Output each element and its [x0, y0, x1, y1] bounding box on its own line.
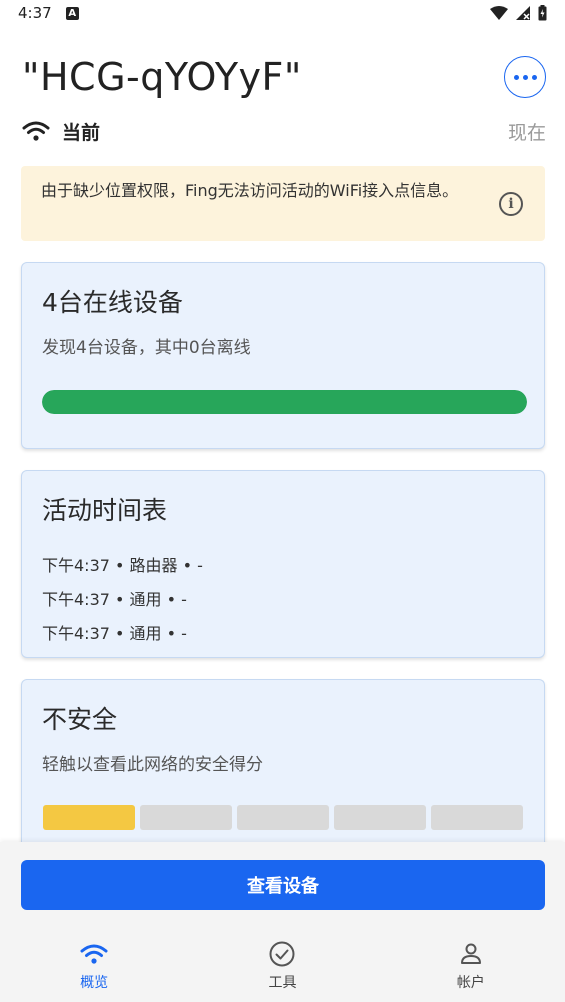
network-title: "HCG-qYOYyF" — [22, 55, 302, 99]
notification-a-icon: A — [65, 6, 79, 20]
online-progress-fill — [42, 390, 527, 414]
devices-card-title: 4台在线设备 — [42, 288, 183, 317]
current-time: 现在 — [507, 121, 546, 144]
status-time: 4:37 — [18, 4, 52, 22]
wifi-icon — [22, 121, 50, 141]
view-devices-button[interactable]: 查看设备 — [21, 860, 545, 910]
security-card[interactable]: 不安全 轻触以查看此网络的安全得分 — [21, 679, 545, 859]
title-row: "HCG-qYOYyF" — [22, 52, 546, 102]
more-dot — [531, 74, 537, 80]
battery-icon — [538, 5, 547, 21]
notice-text: 由于缺少位置权限，Fing无法访问活动的WiFi接入点信息。 — [41, 181, 459, 200]
location-permission-notice[interactable]: 由于缺少位置权限，Fing无法访问活动的WiFi接入点信息。 i — [21, 166, 545, 241]
wifi-signal-icon — [490, 6, 508, 20]
current-network-row: 当前 现在 — [22, 116, 546, 146]
nav-item-account[interactable]: 帐户 — [377, 940, 565, 996]
current-label: 当前 — [62, 121, 101, 144]
info-icon[interactable]: i — [499, 192, 523, 216]
timeline-card-title: 活动时间表 — [42, 496, 168, 525]
score-segment — [237, 805, 329, 830]
wifi-icon — [80, 944, 108, 964]
security-score-bar — [43, 805, 523, 830]
activity-timeline-card[interactable]: 活动时间表 下午4:37 • 路由器 • - 下午4:37 • 通用 • - 下… — [21, 470, 545, 658]
score-segment — [140, 805, 232, 830]
status-bar: 4:37 A — [0, 0, 565, 26]
person-icon — [460, 943, 481, 964]
online-progress-bar — [42, 390, 527, 414]
nav-label-account: 帐户 — [456, 975, 485, 991]
score-segment — [334, 805, 426, 830]
timeline-item: 下午4:37 • 通用 • - — [42, 590, 187, 609]
more-dot — [513, 74, 519, 80]
cell-signal-icon — [516, 6, 530, 20]
online-devices-card[interactable]: 4台在线设备 发现4台设备，其中0台离线 — [21, 262, 545, 449]
more-options-button[interactable] — [504, 56, 546, 98]
security-card-title: 不安全 — [42, 705, 118, 734]
timeline-item: 下午4:37 • 通用 • - — [42, 624, 187, 643]
timeline-list: 下午4:37 • 路由器 • - 下午4:37 • 通用 • - 下午4:37 … — [42, 549, 524, 651]
nav-label-tools: 工具 — [268, 975, 297, 991]
devices-card-subtitle: 发现4台设备，其中0台离线 — [42, 338, 251, 358]
bottom-panel: 查看设备 概览 工具 帐户 — [0, 842, 565, 1002]
timeline-item: 下午4:37 • 路由器 • - — [42, 556, 203, 575]
score-segment — [43, 805, 135, 830]
more-dot — [522, 74, 528, 80]
nav-label-overview: 概览 — [80, 975, 109, 991]
bottom-navigation: 概览 工具 帐户 — [0, 940, 565, 996]
score-segment — [431, 805, 523, 830]
nav-item-overview[interactable]: 概览 — [0, 940, 188, 996]
nav-item-tools[interactable]: 工具 — [188, 940, 376, 996]
check-circle-icon — [269, 941, 295, 967]
security-card-subtitle: 轻触以查看此网络的安全得分 — [42, 755, 263, 775]
